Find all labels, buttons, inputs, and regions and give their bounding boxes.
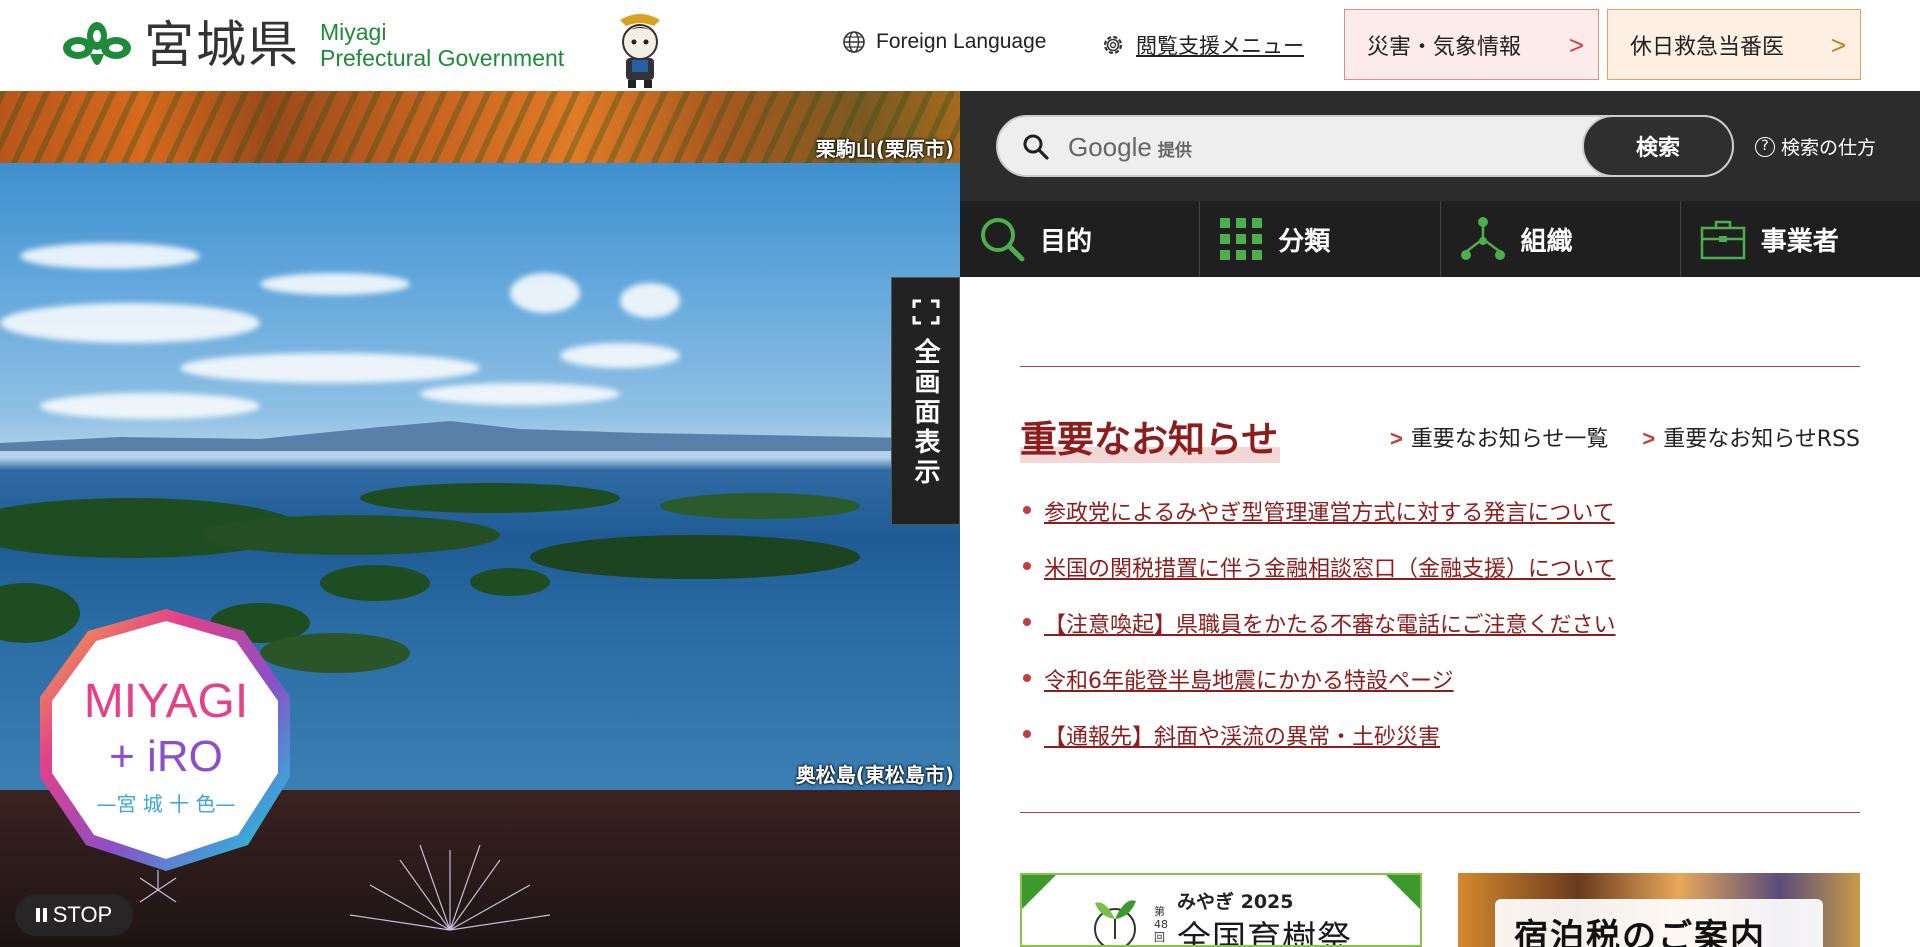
chevron-right-icon: > bbox=[1830, 30, 1846, 60]
badge-text-3: —宮 城 十 色— bbox=[96, 792, 235, 816]
miyagi-iro-badge: MIYAGI + iRO —宮 城 十 色— bbox=[40, 609, 290, 871]
list-item: 【注意喚起】県職員をかたる不審な電話にご注意ください bbox=[1020, 607, 1616, 663]
notices-list-label: 重要なお知らせ一覧 bbox=[1410, 427, 1609, 452]
disaster-weather-button[interactable]: 災害・気象情報 > bbox=[1344, 9, 1599, 80]
search-icon bbox=[1023, 134, 1049, 160]
nav-label-purpose: 目的 bbox=[1040, 226, 1093, 257]
notice-link[interactable]: 【通報先】斜面や渓流の異常・土砂災害 bbox=[1044, 725, 1440, 750]
list-item: 【通報先】斜面や渓流の異常・土砂災害 bbox=[1020, 719, 1616, 775]
tree-festival-banner[interactable]: 第48回 みやぎ 2025 全国育樹祭 bbox=[1020, 873, 1422, 947]
question-icon: ? bbox=[1755, 136, 1775, 157]
notice-link[interactable]: 【注意喚起】県職員をかたる不審な電話にご注意ください bbox=[1044, 613, 1616, 638]
chevron-right-icon: > bbox=[1642, 426, 1656, 451]
stop-label: STOP bbox=[52, 902, 113, 927]
search-area: Google 提供 検索 ? 検索の仕方 bbox=[960, 91, 1920, 201]
banner-corner bbox=[1022, 875, 1056, 909]
nav-label-business: 事業者 bbox=[1760, 226, 1839, 257]
notices-links: > 重要なお知らせ一覧 > 重要なお知らせRSS bbox=[1390, 421, 1860, 453]
notice-link[interactable]: 参政党によるみやぎ型管理運営方式に対する発言について bbox=[1044, 501, 1615, 526]
banner-subtitle: みやぎ 2025 bbox=[1177, 891, 1294, 913]
notices-heading: 重要なお知らせ bbox=[1020, 409, 1281, 463]
org-chart-icon bbox=[1460, 217, 1505, 260]
logo-english-line2: Prefectural Government bbox=[320, 45, 565, 71]
list-item: 参政党によるみやぎ型管理運営方式に対する発言について bbox=[1020, 495, 1616, 551]
photo-caption-okumatsushima: 奥松島(東松島市) bbox=[795, 763, 954, 787]
nav-item-purpose[interactable]: 目的 bbox=[960, 201, 1201, 277]
browsing-support-label: 閲覧支援メニュー bbox=[1136, 35, 1304, 58]
logo-english-line1: Miyagi bbox=[320, 19, 387, 45]
browsing-support-menu-link[interactable]: 閲覧支援メニュー bbox=[1100, 30, 1304, 60]
nav-item-category[interactable]: 分類 bbox=[1200, 201, 1441, 277]
banner-corner bbox=[1386, 875, 1420, 909]
notices-list-link[interactable]: > 重要なお知らせ一覧 bbox=[1390, 421, 1608, 453]
category-nav: 目的 分類 組織 事業者 bbox=[960, 201, 1920, 277]
nav-label-organization: 組織 bbox=[1520, 226, 1573, 257]
banner-edition: 第48回 bbox=[1154, 905, 1168, 944]
search-help-label: 検索の仕方 bbox=[1781, 137, 1877, 159]
chevron-right-icon: > bbox=[1389, 426, 1403, 451]
magnifier-icon bbox=[981, 218, 1025, 262]
search-submit-button[interactable]: 検索 bbox=[1582, 115, 1734, 177]
expand-icon bbox=[912, 299, 939, 325]
nav-item-business[interactable]: 事業者 bbox=[1681, 201, 1920, 277]
search-help-link[interactable]: ? 検索の仕方 bbox=[1755, 133, 1876, 160]
search-input[interactable]: Google 提供 検索 bbox=[996, 115, 1734, 177]
holiday-doctor-button[interactable]: 休日救急当番医 > bbox=[1607, 9, 1861, 80]
site-logo[interactable]: 宮城県 Miyagi Prefectural Government bbox=[60, 14, 564, 76]
banner-title: 宿泊税のご案内 bbox=[1514, 917, 1766, 947]
list-item: 令和6年能登半島地震にかかる特設ページ bbox=[1020, 663, 1616, 719]
foreign-language-label: Foreign Language bbox=[876, 30, 1047, 53]
foreign-language-link[interactable]: Foreign Language bbox=[842, 30, 1046, 54]
nav-label-category: 分類 bbox=[1278, 226, 1331, 257]
notice-link[interactable]: 令和6年能登半島地震にかかる特設ページ bbox=[1044, 669, 1454, 694]
mountain-silhouette bbox=[0, 421, 960, 451]
logo-english: Miyagi Prefectural Government bbox=[320, 19, 564, 71]
chevron-right-icon: > bbox=[1568, 30, 1584, 60]
notice-link[interactable]: 米国の関税措置に伴う金融相談窓口（金融支援）について bbox=[1044, 557, 1615, 582]
search-placeholder: Google 提供 bbox=[1068, 132, 1192, 162]
disaster-weather-label: 災害・気象情報 bbox=[1367, 34, 1522, 60]
notices-rss-label: 重要なお知らせRSS bbox=[1663, 427, 1860, 452]
globe-icon bbox=[843, 31, 865, 53]
notices-list: 参政党によるみやぎ型管理運営方式に対する発言について 米国の関税措置に伴う金融相… bbox=[1020, 495, 1616, 775]
badge-text-1: MIYAGI bbox=[84, 675, 248, 728]
important-notices: 重要なお知らせ > 重要なお知らせ一覧 > 重要なお知らせRSS 参政党によるみやぎ… bbox=[1020, 366, 1860, 813]
nav-item-organization[interactable]: 組織 bbox=[1441, 201, 1681, 277]
gear-icon bbox=[1103, 35, 1123, 55]
accommodation-tax-banner[interactable]: 宿泊税のご案内 bbox=[1458, 873, 1860, 947]
list-item: 米国の関税措置に伴う金融相談窓口（金融支援）について bbox=[1020, 551, 1616, 607]
badge-text-2: + iRO bbox=[109, 732, 223, 781]
notices-rss-link[interactable]: > 重要なお知らせRSS bbox=[1642, 421, 1860, 453]
pause-icon bbox=[35, 908, 47, 922]
hero-slideshow: 栗駒山(栗原市) 奥松島(東松島市) 全画面表示 MIYAGI + iRO —宮… bbox=[0, 91, 960, 947]
fullscreen-label: 全画面表示 bbox=[910, 338, 940, 488]
photo-caption-kurikoma: 栗駒山(栗原市) bbox=[815, 137, 954, 161]
briefcase-icon bbox=[1700, 220, 1745, 260]
sprout-icon bbox=[1094, 900, 1136, 945]
grid-icon bbox=[1220, 218, 1263, 260]
holiday-doctor-label: 休日救急当番医 bbox=[1630, 34, 1785, 60]
fullscreen-button[interactable]: 全画面表示 bbox=[891, 277, 960, 525]
slideshow-stop-button[interactable]: STOP bbox=[15, 894, 133, 936]
mascot-musubimaru-icon bbox=[620, 14, 660, 88]
site-header: 宮城県 Miyagi Prefectural Government Foreig… bbox=[0, 0, 1920, 91]
banner-title: 全国育樹祭 bbox=[1177, 919, 1352, 947]
miyagi-emblem-icon bbox=[63, 22, 131, 65]
logo-japanese: 宮城県 bbox=[144, 16, 300, 74]
